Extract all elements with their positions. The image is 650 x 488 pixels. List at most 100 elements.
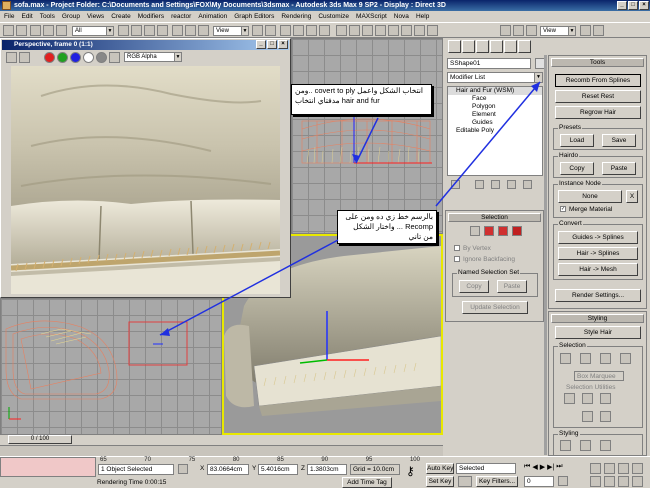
hair-to-splines-button[interactable]: Hair -> Splines [558,247,638,260]
key-icon[interactable]: ⚷ [406,465,415,477]
lock-selection-icon[interactable] [178,464,188,474]
snap-icon[interactable] [280,25,291,36]
menu-rendering[interactable]: Rendering [281,11,311,22]
material-editor-icon[interactable] [414,25,425,36]
spinner-snap-icon[interactable] [319,25,330,36]
recomb-from-splines-button[interactable]: Recomb From Splines [555,74,641,87]
z-coord-field[interactable]: 1.3803cm [307,464,347,475]
manipulate-icon[interactable] [265,25,276,36]
stack-item-editable-poly[interactable]: Editable Poly [448,127,542,135]
quick-render-icon[interactable] [513,25,524,36]
menu-file[interactable]: File [4,11,14,22]
app-icon[interactable] [2,1,11,10]
expand-selection-icon[interactable] [600,393,611,404]
ignore-backfacing-checkbox[interactable]: Ignore Backfacing [454,256,515,264]
polygon-select-icon[interactable] [498,226,508,236]
ref-coord-dropdown[interactable]: View ▼ [213,26,249,36]
pan-icon[interactable] [604,476,615,487]
hairdo-paste-button[interactable]: Paste [602,162,636,175]
render-maximize-button[interactable]: □ [267,40,277,49]
align-icon[interactable] [362,25,373,36]
track-bar[interactable] [0,445,443,456]
element-select-icon[interactable] [512,226,522,236]
hair-cut-icon[interactable] [580,440,591,451]
zoom-extents-icon[interactable] [618,463,629,474]
named-paste-button[interactable]: Paste [497,280,527,293]
zoom-extents-all-icon[interactable] [632,463,643,474]
top-viewport[interactable] [291,38,443,234]
menu-edit[interactable]: Edit [21,11,32,22]
zoom-icon[interactable] [590,463,601,474]
stack-item-face[interactable]: Face [448,95,542,103]
x-coord-field[interactable]: 83.0664cm [207,464,249,475]
edge-select-icon[interactable] [484,226,494,236]
hair-select-icon[interactable] [600,440,611,451]
maximize-viewport-icon[interactable] [632,476,643,487]
layer-manager-icon[interactable] [375,25,386,36]
play-icon[interactable]: ▶ [540,463,545,471]
hide-selected-icon[interactable] [582,411,593,422]
key-filters-button[interactable]: Key Filters... [476,476,518,487]
pivot-icon[interactable] [252,25,263,36]
blue-channel-icon[interactable] [70,52,81,63]
move-icon[interactable] [172,25,183,36]
menu-customize[interactable]: Customize [318,11,349,22]
add-time-tag-button[interactable]: Add Time Tag [342,477,392,488]
next-frame-icon[interactable]: ▶| [547,463,554,471]
redo-icon[interactable] [16,25,27,36]
render-setup-icon[interactable] [427,25,438,36]
hair-brush-icon[interactable] [560,440,571,451]
display-tab-icon[interactable] [504,40,517,53]
stack-item-polygon[interactable]: Polygon [448,103,542,111]
instance-clear-button[interactable]: X [626,190,638,203]
box-marquee-dropdown[interactable]: Box Marquee [574,371,624,381]
curve-editor-icon[interactable] [388,25,399,36]
make-unique-icon[interactable] [491,180,500,189]
minimize-button[interactable]: _ [617,1,627,10]
percent-snap-icon[interactable] [306,25,317,36]
select-by-root-icon[interactable] [620,353,631,364]
stack-item-element[interactable]: Element [448,111,542,119]
tools-rollout-header[interactable]: Tools [551,58,644,67]
select-by-end-icon[interactable] [560,353,571,364]
selection-filter-dropdown[interactable]: All ▼ [72,26,114,36]
menu-animation[interactable]: Animation [198,11,227,22]
undo-icon[interactable] [3,25,14,36]
select-object-icon[interactable] [118,25,129,36]
pin-stack-icon[interactable] [451,180,460,189]
mono-channel-icon[interactable] [96,52,107,63]
named-selection-icon[interactable] [336,25,347,36]
auto-key-button[interactable]: Auto Key [426,463,454,474]
update-selection-button[interactable]: Update Selection [462,301,528,314]
hierarchy-tab-icon[interactable] [476,40,489,53]
teapot-render-icon[interactable] [580,25,591,36]
style-hair-button[interactable]: Style Hair [555,326,641,339]
time-config-icon[interactable] [558,476,568,486]
menu-group[interactable]: Group [62,11,80,22]
channel-dropdown[interactable]: RGB Alpha ▼ [124,52,182,62]
zoom-all-icon[interactable] [604,463,615,474]
modifier-list-dropdown[interactable]: Modifier List ▼ [447,72,543,83]
reset-rest-button[interactable]: Reset Rest [555,90,641,103]
close-button[interactable]: × [639,1,649,10]
orbit-icon[interactable] [618,476,629,487]
maxscript-listener[interactable] [0,457,96,477]
green-channel-icon[interactable] [57,52,68,63]
modify-tab-icon[interactable] [462,40,475,53]
hairdo-copy-button[interactable]: Copy [560,162,594,175]
go-to-start-icon[interactable]: ⏮ [524,463,530,471]
copy-image-icon[interactable] [19,52,30,63]
stack-item-hair-and-fur[interactable]: Hair and Fur (WSM) [448,87,542,95]
menu-create[interactable]: Create [111,11,131,22]
object-name-field[interactable]: SShape01 [447,58,531,69]
previous-frame-icon[interactable]: ◀ [532,463,537,471]
show-hidden-icon[interactable] [600,411,611,422]
red-channel-icon[interactable] [44,52,55,63]
unlink-icon[interactable] [43,25,54,36]
render-last-icon[interactable] [593,25,604,36]
rotate-selection-icon[interactable] [582,393,593,404]
window-crossing-icon[interactable] [157,25,168,36]
link-icon[interactable] [30,25,41,36]
selection-rollout-header[interactable]: Selection [448,213,541,222]
menu-modifiers[interactable]: Modifiers [138,11,164,22]
